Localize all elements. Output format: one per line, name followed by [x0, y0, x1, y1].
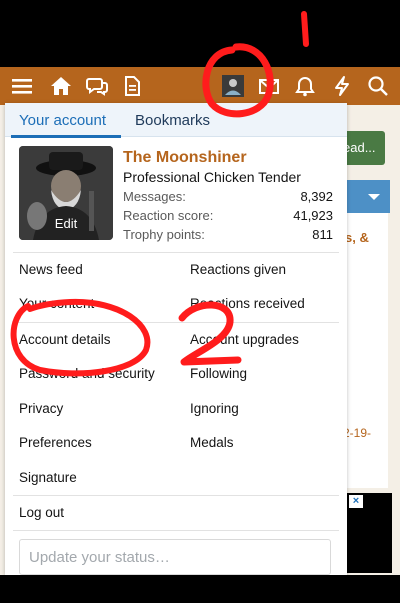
stat-value-reaction-score[interactable]: 41,923 [293, 208, 333, 223]
home-icon[interactable] [50, 75, 72, 97]
stat-value-messages[interactable]: 8,392 [300, 189, 333, 204]
link-reactions-given[interactable]: Reactions given [190, 262, 286, 277]
link-signature[interactable]: Signature [19, 470, 77, 485]
tab-your-account[interactable]: Your account [19, 112, 106, 129]
stat-value-trophy-points[interactable]: 811 [312, 227, 333, 242]
link-following[interactable]: Following [190, 366, 247, 381]
link-ignoring[interactable]: Ignoring [190, 401, 239, 416]
link-account-upgrades[interactable]: Account upgrades [190, 332, 299, 347]
account-menu: Your account Bookmarks Edit The Moonshin… [5, 103, 347, 575]
stat-label-messages: Messages: [123, 189, 186, 204]
link-account-details[interactable]: Account details [19, 332, 111, 347]
document-icon[interactable] [121, 75, 143, 97]
background-thread-title[interactable]: s, & [345, 230, 369, 245]
avatar-icon[interactable] [222, 75, 244, 97]
background-card [342, 213, 388, 488]
link-password-security[interactable]: Password and security [19, 366, 155, 381]
stat-label-trophy-points: Trophy points: [123, 227, 205, 242]
chat-icon[interactable] [86, 75, 108, 97]
envelope-icon[interactable] [258, 75, 280, 97]
ad-close-icon[interactable]: × [349, 495, 363, 508]
divider [13, 495, 339, 496]
link-log-out[interactable]: Log out [19, 505, 64, 520]
status-update-input[interactable] [19, 539, 331, 575]
avatar-edit-label[interactable]: Edit [19, 216, 113, 231]
background-date: 2-19- [343, 426, 372, 440]
divider [13, 252, 339, 253]
lightning-icon[interactable] [331, 75, 353, 97]
link-reactions-received[interactable]: Reactions received [190, 296, 305, 311]
username-link[interactable]: The Moonshiner [123, 149, 247, 167]
screen: ead... s, & 2-19- × Your account Bookmar… [0, 0, 400, 603]
chevron-down-icon[interactable] [368, 194, 380, 200]
divider [13, 322, 339, 323]
bell-icon[interactable] [294, 75, 316, 97]
link-news-feed[interactable]: News feed [19, 262, 83, 277]
avatar[interactable]: Edit [19, 146, 113, 240]
link-medals[interactable]: Medals [190, 435, 234, 450]
top-navbar [0, 67, 400, 105]
menu-tabs: Your account Bookmarks [5, 103, 347, 138]
link-privacy[interactable]: Privacy [19, 401, 63, 416]
annotation-mark-one [301, 11, 309, 47]
link-preferences[interactable]: Preferences [19, 435, 92, 450]
link-your-content[interactable]: Your content [19, 296, 94, 311]
user-title: Professional Chicken Tender [123, 169, 301, 185]
bottom-black-area [0, 575, 400, 603]
tab-bookmarks[interactable]: Bookmarks [135, 112, 210, 129]
divider [13, 530, 339, 531]
background-blue-bar [340, 180, 390, 213]
search-icon[interactable] [367, 75, 389, 97]
menu-icon[interactable] [11, 75, 33, 97]
active-tab-indicator [11, 135, 121, 138]
stat-label-reaction-score: Reaction score: [123, 208, 214, 223]
